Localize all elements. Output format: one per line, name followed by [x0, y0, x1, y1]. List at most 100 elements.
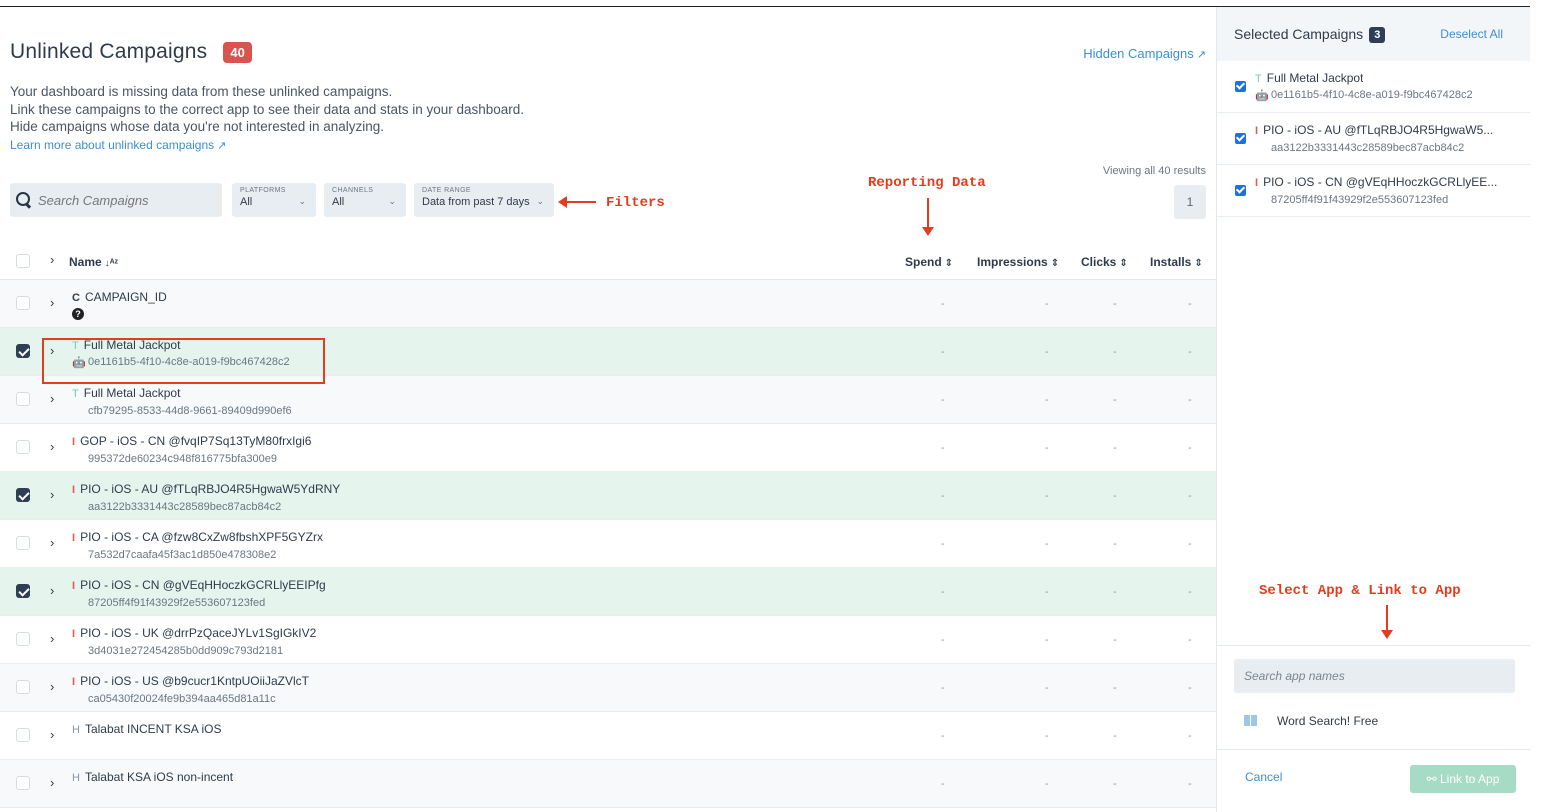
channel-letter: I [72, 436, 76, 448]
campaigns-table: › Name ↓ᴬᶻ Spend ⇕ Impressions ⇕ Clicks ⇕ In… [0, 240, 1216, 808]
selected-item[interactable]: T Full Metal Jackpot 🤖 0e1161b5-4f10-4c8e-a… [1217, 61, 1530, 113]
channel-letter: I [1255, 125, 1259, 137]
campaign-id-text: aa3122b3331443c28589bec87acb84c2 [88, 501, 282, 513]
clicks-value: - [1113, 586, 1117, 598]
column-label: Impressions [977, 255, 1048, 269]
table-row[interactable]: › I PIO - iOS - US @b9cucr1KntpUOiiJaZVlcT… [0, 664, 1216, 712]
selected-item-name: I PIO - iOS - CN @gVEqHHoczkGCRLlyEE... [1255, 175, 1497, 189]
expand-row-icon[interactable]: › [50, 775, 54, 790]
search-input[interactable] [38, 192, 208, 208]
app-search-input[interactable] [1234, 659, 1515, 693]
campaign-name-text: PIO - iOS - AU @fTLqRBJO4R5HgwaW5YdRNY [80, 482, 341, 496]
table-row[interactable]: › H Talabat INCENT KSA iOS - - - - [0, 712, 1216, 760]
android-icon: 🤖 [1255, 90, 1269, 102]
filter-label: PLATFORMS [240, 187, 286, 194]
row-checkbox[interactable] [16, 536, 30, 550]
channels-filter[interactable]: CHANNELS All ⌄ [324, 183, 406, 217]
row-checkbox[interactable] [16, 392, 30, 406]
campaign-id-text: 87205ff4f91f43929f2e553607123fed [88, 597, 266, 609]
selected-item[interactable]: I PIO - iOS - CN @gVEqHHoczkGCRLlyEE... 87… [1217, 165, 1530, 217]
campaign-search[interactable] [10, 183, 222, 217]
selected-item-checkbox[interactable] [1235, 133, 1246, 144]
apple-icon [72, 644, 83, 655]
selected-panel-title: Selected Campaigns 3 [1234, 26, 1386, 43]
campaign-name: T Full Metal Jackpot [72, 386, 180, 400]
table-row[interactable]: › I PIO - iOS - AU @fTLqRBJO4R5HgwaW5YdRNY… [0, 472, 1216, 520]
expand-all-icon[interactable]: › [50, 252, 54, 267]
row-checkbox[interactable] [16, 632, 30, 646]
selected-item[interactable]: I PIO - iOS - AU @fTLqRBJO4R5HgwaW5... aa3… [1217, 113, 1530, 165]
hidden-campaigns-label: Hidden Campaigns [1083, 46, 1194, 61]
clicks-value: - [1113, 490, 1117, 502]
campaign-name: H Talabat INCENT KSA iOS [72, 722, 221, 736]
expand-row-icon[interactable]: › [50, 679, 54, 694]
highlight-box [42, 338, 325, 384]
row-checkbox[interactable] [16, 344, 30, 358]
spend-column-header[interactable]: Spend ⇕ [905, 255, 953, 269]
table-row[interactable]: › I GOP - iOS - CN @fvqIP7Sq13TyM80frxIgi6… [0, 424, 1216, 472]
selected-item-checkbox[interactable] [1235, 81, 1246, 92]
row-checkbox[interactable] [16, 440, 30, 454]
platforms-filter[interactable]: PLATFORMS All ⌄ [232, 183, 316, 217]
learn-more-link[interactable]: Learn more about unlinked campaigns ↗ [10, 138, 226, 152]
apple-icon [1261, 715, 1272, 726]
row-checkbox[interactable] [16, 680, 30, 694]
hidden-campaigns-link[interactable]: Hidden Campaigns ↗ [1083, 46, 1206, 61]
name-column-header[interactable]: Name ↓ᴬᶻ [69, 255, 118, 269]
link-to-app-button[interactable]: ⚯ Link to App [1410, 765, 1516, 793]
campaign-name-text: PIO - iOS - CA @fzw8CxZw8fbshXPF5GYZrx [80, 530, 323, 544]
table-row[interactable]: › I PIO - iOS - CA @fzw8CxZw8fbshXPF5GYZrx… [0, 520, 1216, 568]
table-row[interactable]: › C CAMPAIGN_ID? - - - - [0, 280, 1216, 328]
impressions-column-header[interactable]: Impressions ⇕ [977, 255, 1059, 269]
app-result-name: Word Search! Free [1277, 714, 1379, 728]
row-checkbox[interactable] [16, 488, 30, 502]
select-all-checkbox[interactable] [16, 254, 30, 268]
expand-row-icon[interactable]: › [50, 487, 54, 502]
filters-annotation: Filters [606, 195, 665, 211]
chevron-down-icon: ⌄ [298, 196, 306, 206]
app-result-item[interactable]: Word Search! Free [1244, 714, 1378, 728]
table-row[interactable]: › I PIO - iOS - UK @drrPzQaceJYLv1SgIGkIV2… [0, 616, 1216, 664]
row-checkbox[interactable] [16, 296, 30, 310]
table-row[interactable]: › I PIO - iOS - CN @gVEqHHoczkGCRLlyEEIPfg… [0, 568, 1216, 616]
selected-id-text: 0e1161b5-4f10-4c8e-a019-f9bc467428c2 [1271, 89, 1473, 101]
table-row[interactable]: › H Talabat KSA iOS non-incent - - - - [0, 760, 1216, 808]
expand-row-icon[interactable]: › [50, 391, 54, 406]
sort-icon: ⇕ [1050, 258, 1060, 269]
campaign-name-text: Talabat KSA iOS non-incent [84, 770, 234, 784]
link-button-label: Link to App [1440, 772, 1500, 786]
campaign-name: I PIO - iOS - US @b9cucr1KntpUOiiJaZVlcT [72, 674, 309, 688]
expand-row-icon[interactable]: › [50, 535, 54, 550]
selected-item-name: T Full Metal Jackpot [1255, 71, 1363, 85]
installs-value: - [1188, 538, 1192, 550]
expand-row-icon[interactable]: › [50, 295, 54, 310]
cancel-button[interactable]: Cancel [1245, 770, 1282, 784]
installs-value: - [1188, 586, 1192, 598]
selected-item-checkbox[interactable] [1235, 185, 1246, 196]
row-checkbox[interactable] [16, 776, 30, 790]
impressions-value: - [1045, 634, 1049, 646]
expand-row-icon[interactable]: › [50, 439, 54, 454]
campaign-id: aa3122b3331443c28589bec87acb84c2 [72, 500, 281, 513]
apple-icon [72, 692, 83, 703]
clicks-value: - [1113, 346, 1117, 358]
page-button[interactable]: 1 [1174, 185, 1206, 219]
clicks-column-header[interactable]: Clicks ⇕ [1081, 255, 1128, 269]
apple-icon [1255, 141, 1266, 152]
sort-az-icon: ↓ᴬᶻ [104, 258, 119, 269]
selected-id-text: aa3122b3331443c28589bec87acb84c2 [1271, 142, 1465, 154]
selected-item-id: 🤖 0e1161b5-4f10-4c8e-a019-f9bc467428c2 [1255, 89, 1473, 102]
date-range-filter[interactable]: DATE RANGE Data from past 7 days ⌄ [414, 183, 554, 217]
expand-row-icon[interactable]: › [50, 583, 54, 598]
deselect-all-link[interactable]: Deselect All [1440, 27, 1503, 41]
row-checkbox[interactable] [16, 728, 30, 742]
expand-row-icon[interactable]: › [50, 631, 54, 646]
installs-column-header[interactable]: Installs ⇕ [1150, 255, 1203, 269]
impressions-value: - [1045, 586, 1049, 598]
expand-row-icon[interactable]: › [50, 727, 54, 742]
channel-letter: I [72, 628, 76, 640]
chevron-down-icon: ⌄ [388, 196, 396, 206]
row-checkbox[interactable] [16, 584, 30, 598]
campaign-name: H Talabat KSA iOS non-incent [72, 770, 233, 784]
link-icon: ⚯ [1426, 772, 1440, 786]
